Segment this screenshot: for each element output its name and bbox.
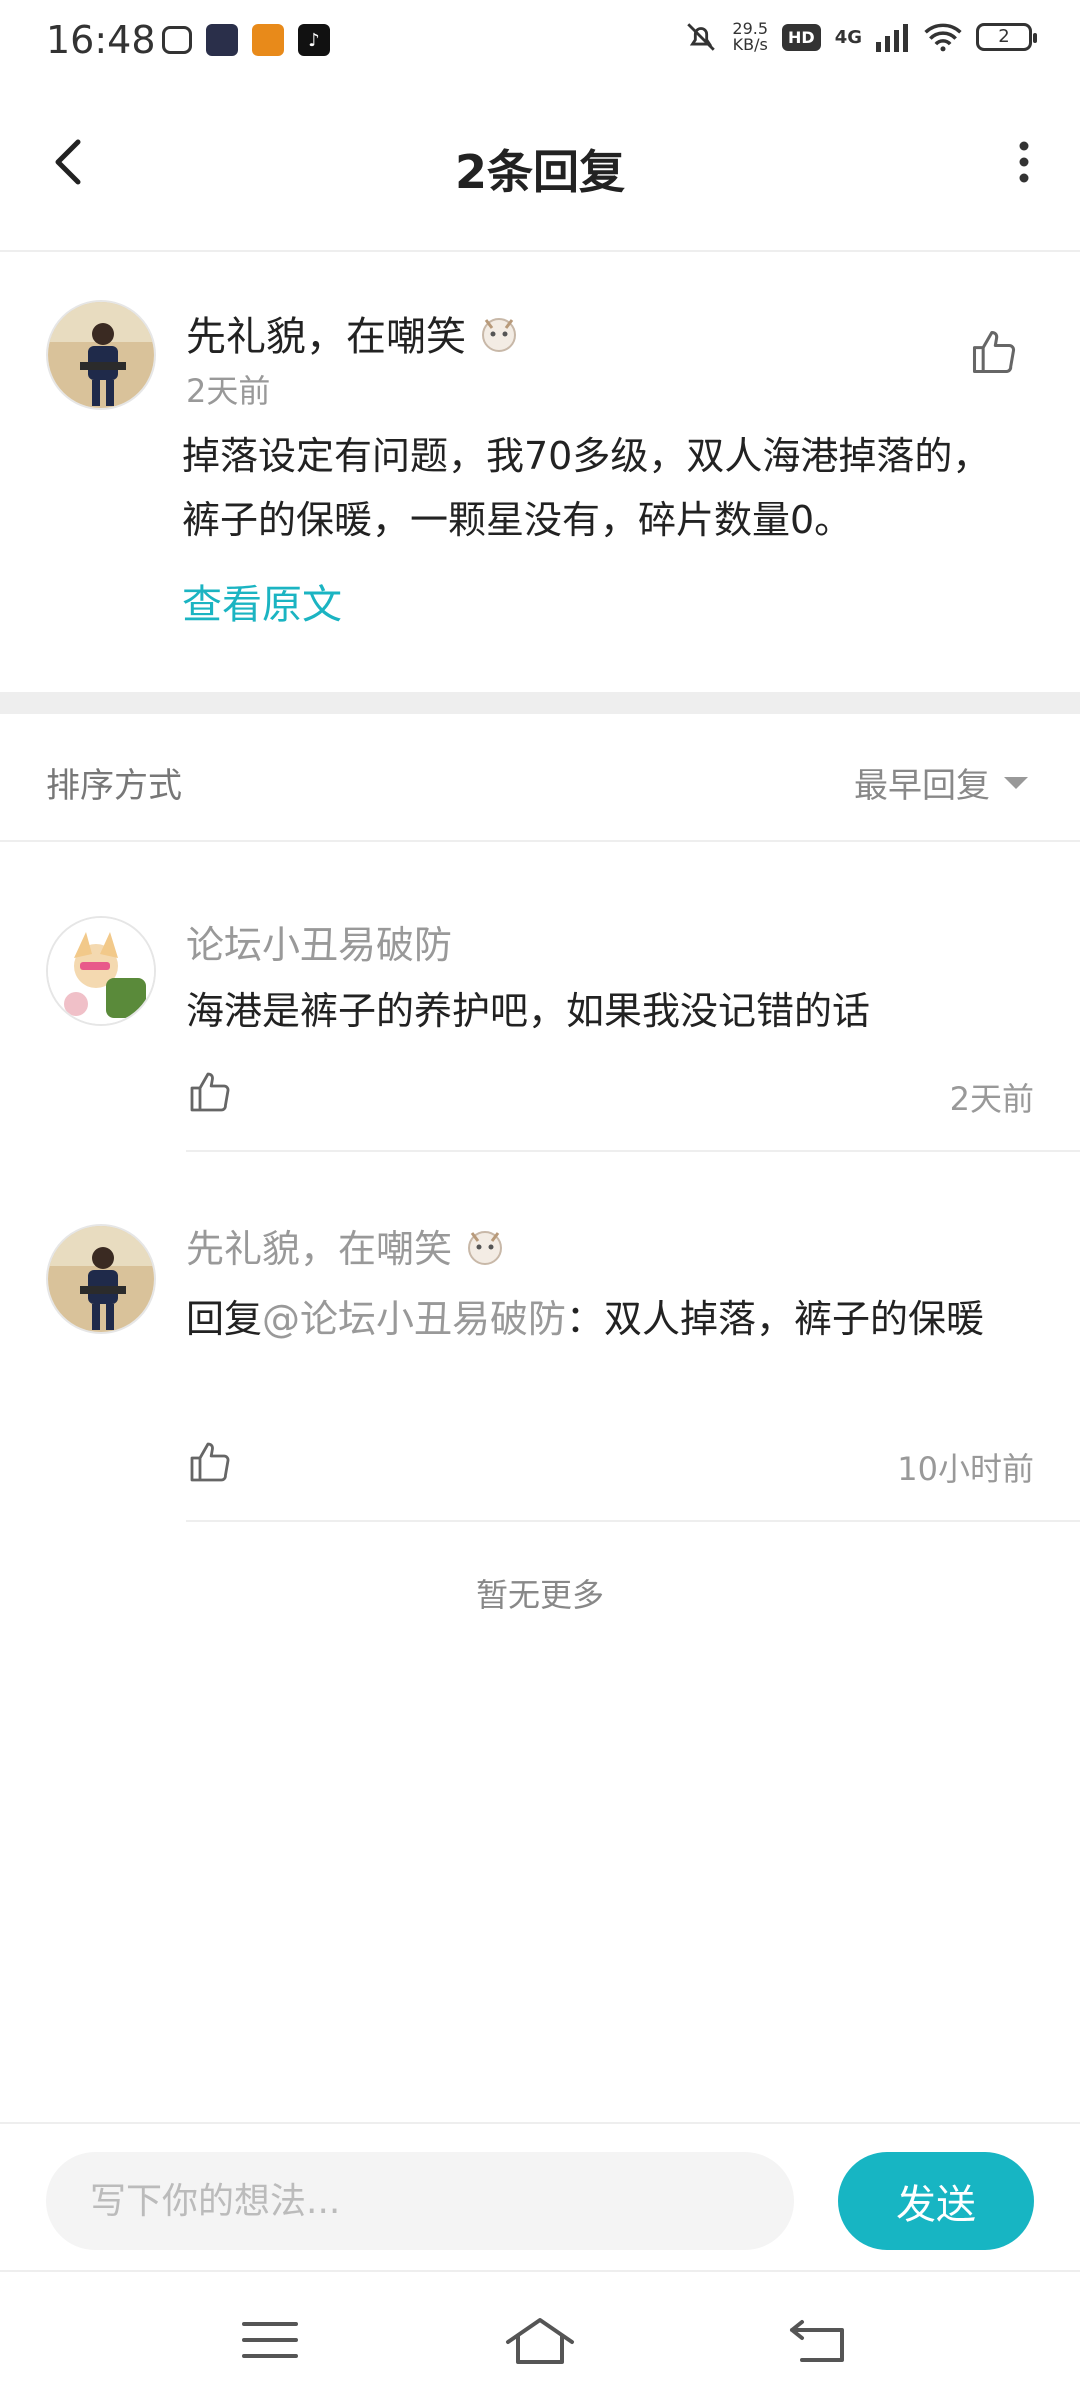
- user-badge-icon: [482, 318, 516, 352]
- comment-text: 掉落设定有问题，我70多级，双人海港掉落的，裤子的保暖，一颗星没有，碎片数量0。: [182, 434, 991, 542]
- game-app-icon: [252, 24, 284, 56]
- back-arrow-icon: [790, 2320, 844, 2362]
- avatar[interactable]: [46, 1224, 156, 1334]
- bilibili-app-icon: [206, 24, 238, 56]
- network-speed-unit: KB/s: [732, 35, 768, 54]
- reply-prefix: 回复: [186, 1297, 263, 1341]
- comment-author[interactable]: 先礼貌，在嘲笑: [186, 304, 522, 362]
- network-type: 4G: [834, 26, 862, 48]
- reply-item: 先礼貌，在嘲笑 回复@论坛小丑易破防：双人掉落，裤子的保暖 10小时前: [0, 1152, 1080, 1522]
- thumbs-up-icon: [190, 1072, 230, 1112]
- mute-bell-icon: [687, 23, 716, 51]
- like-button[interactable]: [186, 1068, 234, 1116]
- tiktok-app-icon: ♪: [298, 24, 330, 56]
- comment-composer: 发送: [0, 2122, 1080, 2272]
- nav-back-button[interactable]: [780, 2310, 860, 2370]
- original-comment: 先礼貌，在嘲笑 2天前 掉落设定有问题，我70多级，双人海港掉落的，裤子的保暖，…: [0, 254, 1080, 692]
- battery-indicator: 2: [976, 23, 1037, 51]
- reply-item: 论坛小丑易破防 海港是裤子的养护吧，如果我没记错的话 2天前: [0, 842, 1080, 1152]
- status-time: 16:48: [46, 18, 156, 62]
- sort-dropdown[interactable]: 最早回复: [854, 758, 1028, 807]
- top-app-bar: 2条回复: [0, 80, 1080, 252]
- reply-author[interactable]: 先礼貌，在嘲笑: [186, 1218, 508, 1273]
- view-original-link[interactable]: 查看原文: [182, 572, 342, 630]
- author-name: 先礼貌，在嘲笑: [186, 1227, 453, 1271]
- avatar[interactable]: [46, 916, 156, 1026]
- home-icon: [506, 2318, 574, 2364]
- page-title: 2条回复: [454, 145, 625, 199]
- avatar[interactable]: [46, 300, 156, 410]
- author-name: 先礼貌，在嘲笑: [186, 314, 466, 360]
- avatar-image: [48, 1226, 154, 1332]
- section-divider: [0, 692, 1080, 714]
- status-bar: 16:48 ♪ 29.5 KB/s HD 4G 2: [0, 0, 1080, 80]
- send-button[interactable]: 发送: [838, 2152, 1034, 2250]
- sort-label: 排序方式: [46, 766, 182, 806]
- thumbs-up-icon: [972, 330, 1016, 374]
- caret-down-icon: [1004, 776, 1028, 789]
- wifi-icon: [924, 23, 962, 52]
- network-speed: 29.5 KB/s: [732, 21, 768, 53]
- reply-time: 2天前: [949, 1080, 1034, 1118]
- reply-text: 海港是裤子的养护吧，如果我没记错的话: [186, 989, 871, 1033]
- avatar-image: [48, 302, 154, 408]
- reply-body: ：双人掉落，裤子的保暖: [566, 1297, 985, 1341]
- like-button[interactable]: [186, 1438, 234, 1486]
- thumbs-up-icon: [190, 1442, 230, 1482]
- reply-divider: [186, 1520, 1080, 1522]
- more-vertical-icon: [1019, 141, 1029, 183]
- hd-badge: HD: [782, 23, 821, 51]
- reply-author[interactable]: 论坛小丑易破防: [186, 914, 452, 969]
- reply-time: 10小时前: [897, 1450, 1034, 1488]
- like-button[interactable]: [968, 326, 1020, 378]
- comment-input[interactable]: [46, 2152, 794, 2250]
- more-options-button[interactable]: [1004, 132, 1044, 192]
- system-nav-bar: [0, 2274, 1080, 2400]
- nav-menu-button[interactable]: [230, 2310, 310, 2370]
- comment-time: 2天前: [186, 372, 271, 410]
- signal-icon: [876, 24, 908, 52]
- avatar-image: [48, 918, 154, 1024]
- sort-selected-value: 最早回复: [854, 766, 990, 806]
- sort-bar: 排序方式 最早回复: [0, 714, 1080, 842]
- menu-icon: [242, 2322, 298, 2358]
- notification-icons: ♪: [162, 24, 330, 56]
- mention-link[interactable]: @论坛小丑易破防: [262, 1297, 566, 1341]
- end-of-list-text: 暂无更多: [475, 1576, 604, 1614]
- tv-app-icon: [162, 26, 192, 54]
- nav-home-button[interactable]: [500, 2310, 580, 2370]
- reply-text: 回复@论坛小丑易破防：双人掉落，裤子的保暖: [186, 1288, 1046, 1350]
- user-badge-icon: [468, 1230, 503, 1265]
